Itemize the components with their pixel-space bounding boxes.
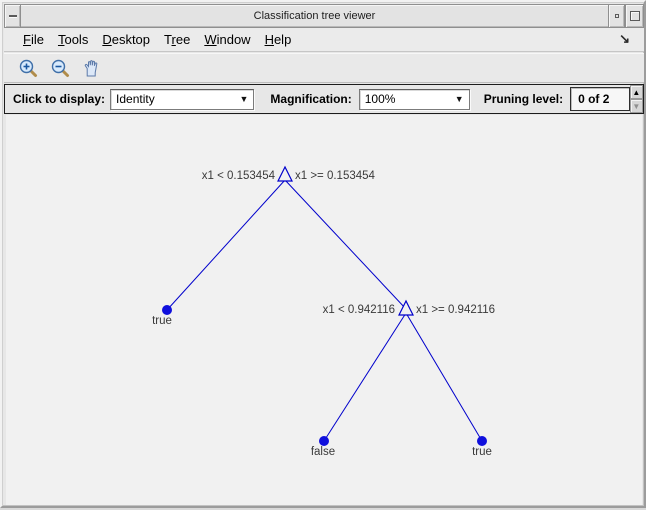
root-split-right-label: x1 >= 0.153454 — [295, 170, 376, 182]
spinner-down-button[interactable]: ▼ — [629, 99, 643, 113]
zoom-out-button[interactable] — [48, 56, 72, 80]
pruning-level-label: Pruning level: — [483, 92, 564, 106]
leaf-true-label: true — [472, 446, 492, 458]
menu-item-help[interactable]: Help — [258, 30, 299, 49]
tree-canvas[interactable]: x1 < 0.153454 x1 >= 0.153454 true x1 < 0… — [6, 115, 642, 505]
spinner-up-button[interactable]: ▲ — [629, 85, 643, 99]
edge-root-right — [284, 179, 407, 310]
menu-item-file[interactable]: File — [16, 30, 51, 49]
leaf-node-true[interactable] — [477, 436, 487, 446]
leaf-node-false[interactable] — [319, 436, 329, 446]
menu-item-desktop[interactable]: Desktop — [95, 30, 157, 49]
display-dropdown[interactable]: Identity ▼ — [110, 88, 255, 110]
window-menu-button[interactable] — [4, 4, 21, 28]
root-split-left-label: x1 < 0.153454 — [202, 170, 276, 182]
display-dropdown-value: Identity — [116, 92, 155, 106]
menu-item-tools[interactable]: Tools — [51, 30, 95, 49]
zoom-out-icon — [51, 59, 69, 77]
edge-root-left — [166, 179, 286, 311]
pruning-level-spinner: ▲ ▼ — [629, 85, 643, 113]
magnification-dropdown-value: 100% — [364, 92, 396, 106]
zoom-in-button[interactable] — [16, 56, 40, 80]
window-frame: Classification tree viewer File Tools De… — [0, 0, 646, 508]
zoom-in-icon — [19, 59, 37, 77]
classification-tree: x1 < 0.153454 x1 >= 0.153454 true x1 < 0… — [152, 165, 495, 458]
menu-bar: File Tools Desktop Tree Window Help ↘ — [4, 28, 644, 52]
control-panel: Click to display: Identity ▼ Magnificati… — [4, 84, 644, 114]
window-menu-icon — [8, 15, 17, 17]
node2-split-right-label: x1 >= 0.942116 — [416, 304, 495, 316]
node2-split-left-label: x1 < 0.942116 — [323, 304, 395, 316]
chevron-down-icon: ▼ — [454, 94, 464, 104]
chevron-down-icon: ▼ — [239, 94, 249, 104]
leaf-node-left[interactable] — [162, 305, 172, 315]
toolbar — [4, 53, 644, 83]
edge-node2-left — [323, 312, 407, 442]
maximize-icon — [629, 11, 640, 21]
magnification-dropdown[interactable]: 100% ▼ — [358, 88, 470, 110]
dock-figure-arrow-icon[interactable]: ↘ — [619, 31, 630, 47]
leaf-left-label: true — [152, 315, 172, 327]
leaf-false-label: false — [311, 446, 335, 458]
menu-item-tree[interactable]: Tree — [157, 30, 197, 49]
branch-node-root[interactable] — [277, 165, 293, 182]
minimize-icon — [614, 14, 619, 18]
edge-node2-right — [405, 312, 483, 442]
magnification-label: Magnification: — [270, 92, 352, 106]
window-title: Classification tree viewer — [21, 4, 608, 28]
title-bar: Classification tree viewer — [4, 4, 644, 28]
menu-item-window[interactable]: Window — [197, 30, 257, 49]
minimize-button[interactable] — [608, 4, 625, 28]
pan-button[interactable] — [80, 56, 104, 80]
display-label: Click to display: — [13, 92, 106, 106]
pruning-level-value: 0 of 2 — [570, 87, 630, 111]
maximize-button[interactable] — [625, 4, 644, 28]
pan-hand-icon — [84, 59, 98, 76]
